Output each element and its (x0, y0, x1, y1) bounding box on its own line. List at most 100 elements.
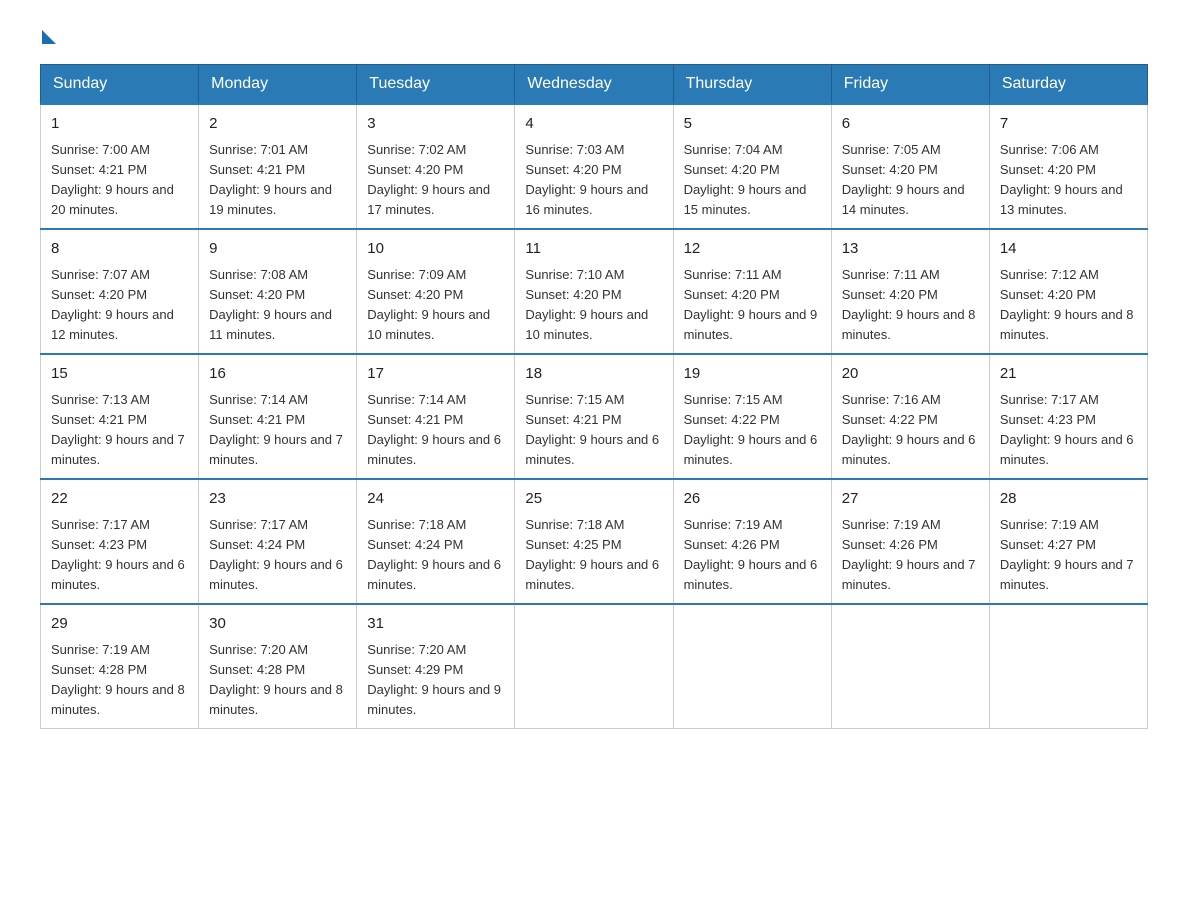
day-number: 3 (367, 113, 504, 136)
calendar-cell: 23 Sunrise: 7:17 AMSunset: 4:24 PMDaylig… (199, 479, 357, 604)
calendar-cell: 24 Sunrise: 7:18 AMSunset: 4:24 PMDaylig… (357, 479, 515, 604)
day-info: Sunrise: 7:05 AMSunset: 4:20 PMDaylight:… (842, 142, 965, 217)
day-info: Sunrise: 7:06 AMSunset: 4:20 PMDaylight:… (1000, 142, 1123, 217)
day-info: Sunrise: 7:18 AMSunset: 4:24 PMDaylight:… (367, 517, 501, 592)
day-of-week-header: Saturday (989, 65, 1147, 105)
day-info: Sunrise: 7:07 AMSunset: 4:20 PMDaylight:… (51, 267, 174, 342)
calendar-cell: 30 Sunrise: 7:20 AMSunset: 4:28 PMDaylig… (199, 604, 357, 729)
day-number: 8 (51, 238, 188, 261)
day-number: 21 (1000, 363, 1137, 386)
day-info: Sunrise: 7:01 AMSunset: 4:21 PMDaylight:… (209, 142, 332, 217)
day-number: 15 (51, 363, 188, 386)
calendar-week-row: 22 Sunrise: 7:17 AMSunset: 4:23 PMDaylig… (41, 479, 1148, 604)
calendar-cell: 19 Sunrise: 7:15 AMSunset: 4:22 PMDaylig… (673, 354, 831, 479)
day-info: Sunrise: 7:18 AMSunset: 4:25 PMDaylight:… (525, 517, 659, 592)
day-number: 9 (209, 238, 346, 261)
calendar-cell: 15 Sunrise: 7:13 AMSunset: 4:21 PMDaylig… (41, 354, 199, 479)
day-info: Sunrise: 7:00 AMSunset: 4:21 PMDaylight:… (51, 142, 174, 217)
calendar-cell (515, 604, 673, 729)
day-info: Sunrise: 7:17 AMSunset: 4:23 PMDaylight:… (1000, 392, 1134, 467)
calendar-cell: 21 Sunrise: 7:17 AMSunset: 4:23 PMDaylig… (989, 354, 1147, 479)
day-of-week-header: Tuesday (357, 65, 515, 105)
day-number: 7 (1000, 113, 1137, 136)
day-number: 28 (1000, 488, 1137, 511)
calendar-week-row: 15 Sunrise: 7:13 AMSunset: 4:21 PMDaylig… (41, 354, 1148, 479)
day-number: 26 (684, 488, 821, 511)
day-info: Sunrise: 7:19 AMSunset: 4:28 PMDaylight:… (51, 642, 185, 717)
calendar-cell: 7 Sunrise: 7:06 AMSunset: 4:20 PMDayligh… (989, 104, 1147, 229)
day-info: Sunrise: 7:12 AMSunset: 4:20 PMDaylight:… (1000, 267, 1134, 342)
calendar-cell: 29 Sunrise: 7:19 AMSunset: 4:28 PMDaylig… (41, 604, 199, 729)
day-info: Sunrise: 7:04 AMSunset: 4:20 PMDaylight:… (684, 142, 807, 217)
day-info: Sunrise: 7:14 AMSunset: 4:21 PMDaylight:… (367, 392, 501, 467)
day-of-week-header: Friday (831, 65, 989, 105)
day-number: 12 (684, 238, 821, 261)
day-info: Sunrise: 7:14 AMSunset: 4:21 PMDaylight:… (209, 392, 343, 467)
day-number: 24 (367, 488, 504, 511)
page-header (40, 30, 1148, 44)
calendar-week-row: 1 Sunrise: 7:00 AMSunset: 4:21 PMDayligh… (41, 104, 1148, 229)
day-number: 23 (209, 488, 346, 511)
calendar-week-row: 29 Sunrise: 7:19 AMSunset: 4:28 PMDaylig… (41, 604, 1148, 729)
day-number: 18 (525, 363, 662, 386)
calendar-cell: 18 Sunrise: 7:15 AMSunset: 4:21 PMDaylig… (515, 354, 673, 479)
calendar-cell: 10 Sunrise: 7:09 AMSunset: 4:20 PMDaylig… (357, 229, 515, 354)
calendar-cell: 17 Sunrise: 7:14 AMSunset: 4:21 PMDaylig… (357, 354, 515, 479)
calendar-cell: 14 Sunrise: 7:12 AMSunset: 4:20 PMDaylig… (989, 229, 1147, 354)
day-info: Sunrise: 7:11 AMSunset: 4:20 PMDaylight:… (842, 267, 976, 342)
day-number: 20 (842, 363, 979, 386)
calendar-cell: 16 Sunrise: 7:14 AMSunset: 4:21 PMDaylig… (199, 354, 357, 479)
calendar-cell: 11 Sunrise: 7:10 AMSunset: 4:20 PMDaylig… (515, 229, 673, 354)
day-number: 11 (525, 238, 662, 261)
day-info: Sunrise: 7:20 AMSunset: 4:28 PMDaylight:… (209, 642, 343, 717)
day-number: 27 (842, 488, 979, 511)
calendar-cell: 22 Sunrise: 7:17 AMSunset: 4:23 PMDaylig… (41, 479, 199, 604)
day-info: Sunrise: 7:08 AMSunset: 4:20 PMDaylight:… (209, 267, 332, 342)
calendar-cell: 1 Sunrise: 7:00 AMSunset: 4:21 PMDayligh… (41, 104, 199, 229)
logo (40, 30, 56, 44)
calendar-cell: 27 Sunrise: 7:19 AMSunset: 4:26 PMDaylig… (831, 479, 989, 604)
day-info: Sunrise: 7:02 AMSunset: 4:20 PMDaylight:… (367, 142, 490, 217)
day-of-week-header: Monday (199, 65, 357, 105)
day-info: Sunrise: 7:15 AMSunset: 4:22 PMDaylight:… (684, 392, 818, 467)
calendar-cell (989, 604, 1147, 729)
day-number: 5 (684, 113, 821, 136)
calendar-cell: 5 Sunrise: 7:04 AMSunset: 4:20 PMDayligh… (673, 104, 831, 229)
day-number: 19 (684, 363, 821, 386)
calendar-cell (673, 604, 831, 729)
calendar-cell: 20 Sunrise: 7:16 AMSunset: 4:22 PMDaylig… (831, 354, 989, 479)
day-number: 25 (525, 488, 662, 511)
day-info: Sunrise: 7:10 AMSunset: 4:20 PMDaylight:… (525, 267, 648, 342)
day-number: 29 (51, 613, 188, 636)
day-info: Sunrise: 7:03 AMSunset: 4:20 PMDaylight:… (525, 142, 648, 217)
day-number: 30 (209, 613, 346, 636)
day-number: 22 (51, 488, 188, 511)
day-number: 17 (367, 363, 504, 386)
day-info: Sunrise: 7:09 AMSunset: 4:20 PMDaylight:… (367, 267, 490, 342)
day-of-week-header: Sunday (41, 65, 199, 105)
day-info: Sunrise: 7:15 AMSunset: 4:21 PMDaylight:… (525, 392, 659, 467)
day-info: Sunrise: 7:16 AMSunset: 4:22 PMDaylight:… (842, 392, 976, 467)
calendar-cell: 13 Sunrise: 7:11 AMSunset: 4:20 PMDaylig… (831, 229, 989, 354)
day-info: Sunrise: 7:19 AMSunset: 4:26 PMDaylight:… (842, 517, 976, 592)
calendar-cell (831, 604, 989, 729)
calendar-cell: 12 Sunrise: 7:11 AMSunset: 4:20 PMDaylig… (673, 229, 831, 354)
day-number: 10 (367, 238, 504, 261)
day-info: Sunrise: 7:17 AMSunset: 4:23 PMDaylight:… (51, 517, 185, 592)
day-number: 14 (1000, 238, 1137, 261)
day-info: Sunrise: 7:19 AMSunset: 4:26 PMDaylight:… (684, 517, 818, 592)
calendar-cell: 9 Sunrise: 7:08 AMSunset: 4:20 PMDayligh… (199, 229, 357, 354)
day-number: 1 (51, 113, 188, 136)
calendar-header-row: SundayMondayTuesdayWednesdayThursdayFrid… (41, 65, 1148, 105)
calendar-cell: 3 Sunrise: 7:02 AMSunset: 4:20 PMDayligh… (357, 104, 515, 229)
day-number: 2 (209, 113, 346, 136)
day-info: Sunrise: 7:20 AMSunset: 4:29 PMDaylight:… (367, 642, 501, 717)
calendar-week-row: 8 Sunrise: 7:07 AMSunset: 4:20 PMDayligh… (41, 229, 1148, 354)
day-number: 13 (842, 238, 979, 261)
day-number: 16 (209, 363, 346, 386)
calendar-cell: 31 Sunrise: 7:20 AMSunset: 4:29 PMDaylig… (357, 604, 515, 729)
day-of-week-header: Thursday (673, 65, 831, 105)
calendar-cell: 2 Sunrise: 7:01 AMSunset: 4:21 PMDayligh… (199, 104, 357, 229)
day-of-week-header: Wednesday (515, 65, 673, 105)
calendar-cell: 28 Sunrise: 7:19 AMSunset: 4:27 PMDaylig… (989, 479, 1147, 604)
